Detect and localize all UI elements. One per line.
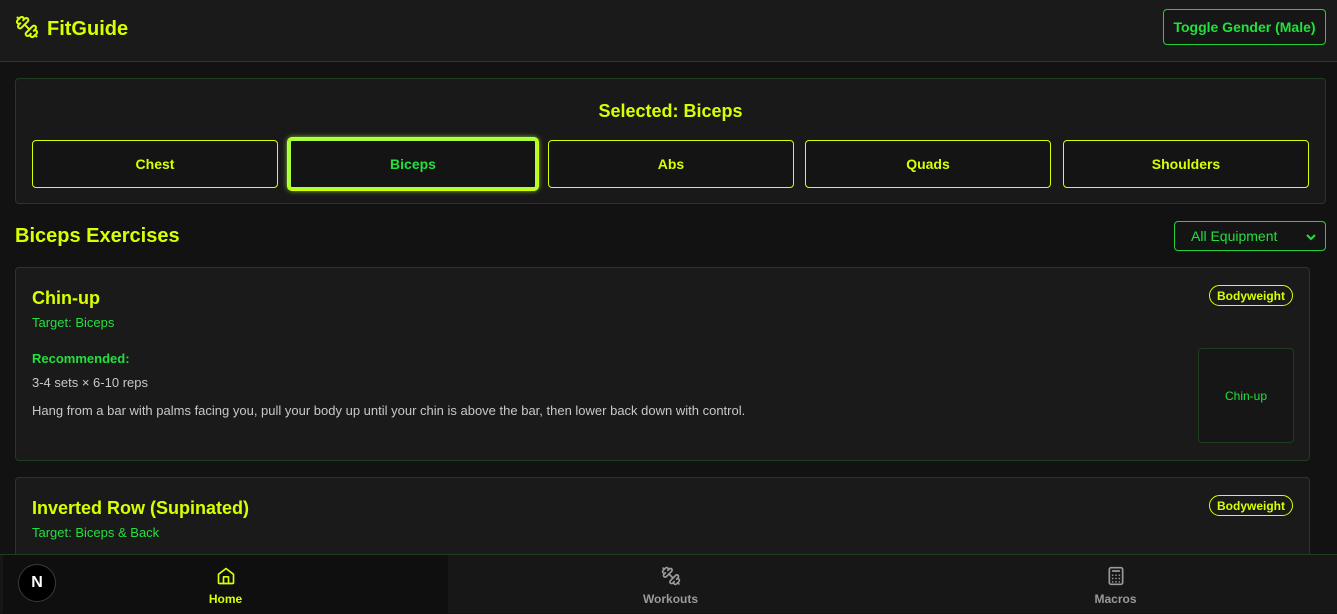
exercise-name: Chin-up (32, 288, 100, 308)
exercise-description: Hang from a bar with palms facing you, p… (32, 403, 746, 418)
nav-item-home[interactable]: Home (3, 555, 448, 614)
exercise-target: Target: Biceps & Back (32, 525, 160, 540)
exercise-card: Chin-up Target: Biceps Bodyweight Recomm… (15, 267, 1310, 461)
muscle-button-shoulders[interactable]: Shoulders (1063, 140, 1309, 188)
section-title: Biceps Exercises (15, 225, 180, 247)
brand-title: FitGuide (47, 18, 129, 40)
equipment-badge: Bodyweight (1209, 495, 1293, 516)
exercise-thumbnail[interactable]: Chin-up (1198, 348, 1294, 443)
chevron-down-icon (1305, 230, 1317, 246)
nav-item-workouts[interactable]: Workouts (448, 555, 893, 614)
dumbbell-icon (661, 563, 681, 592)
selected-muscle-label: Selected: Biceps (598, 101, 743, 121)
nav-label-macros: Macros (1094, 592, 1137, 606)
calculator-icon (1106, 563, 1126, 592)
equipment-filter-value: All Equipment (1191, 228, 1278, 244)
nav-label-workouts: Workouts (642, 592, 699, 606)
muscle-button-biceps[interactable]: Biceps (288, 138, 538, 190)
toggle-gender-button[interactable]: Toggle Gender (Male) (1163, 9, 1326, 45)
exercise-name: Inverted Row (Supinated) (32, 498, 250, 518)
recommended-sets-reps: 3-4 sets × 6-10 reps (32, 375, 148, 390)
muscle-button-quads[interactable]: Quads (805, 140, 1051, 188)
equipment-filter-select[interactable]: All Equipment (1174, 221, 1326, 251)
recommended-label: Recommended: (32, 351, 130, 366)
home-icon (216, 563, 236, 592)
nav-label-home: Home (208, 592, 243, 606)
muscle-selector-panel: Selected: Biceps Chest Biceps Abs Quads … (15, 78, 1326, 204)
dumbbell-icon (15, 15, 39, 44)
exercise-target: Target: Biceps (32, 315, 115, 330)
bottom-nav: Home Workouts Macros (0, 554, 1337, 614)
dev-tools-badge[interactable]: N (18, 564, 56, 602)
app-header: FitGuide Toggle Gender (Male) (0, 0, 1337, 62)
brand[interactable]: FitGuide (15, 15, 128, 44)
equipment-badge: Bodyweight (1209, 285, 1293, 306)
nav-item-macros[interactable]: Macros (893, 555, 1337, 614)
muscle-button-chest[interactable]: Chest (32, 140, 278, 188)
muscle-button-abs[interactable]: Abs (548, 140, 794, 188)
